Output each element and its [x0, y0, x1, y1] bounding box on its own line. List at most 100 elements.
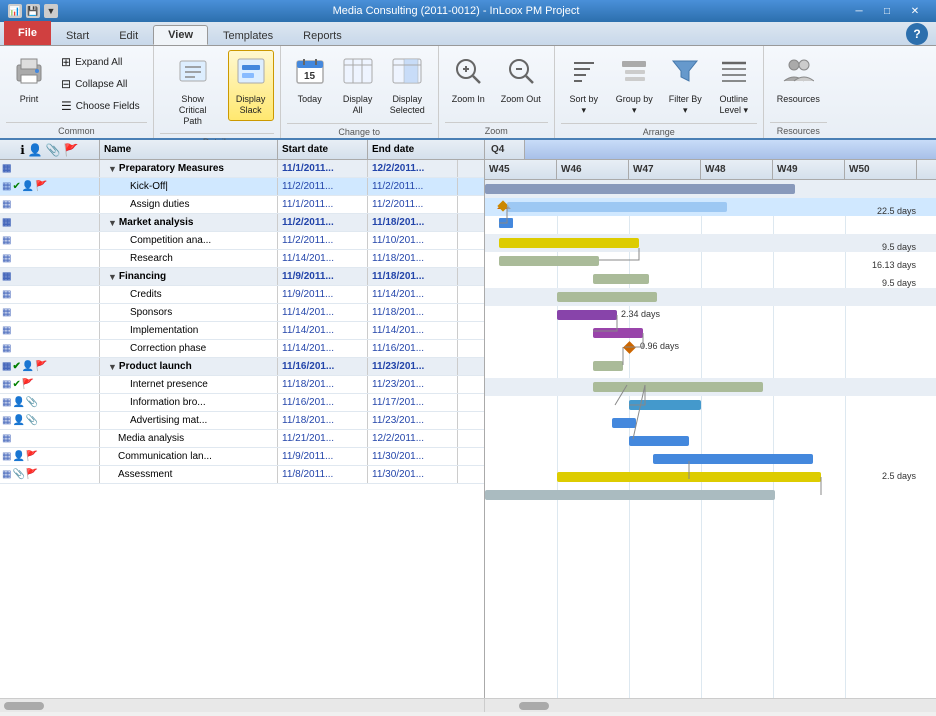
- task-name[interactable]: Implementation: [100, 322, 278, 339]
- tab-templates[interactable]: Templates: [208, 25, 288, 45]
- flag-icon: 🚩: [22, 379, 34, 390]
- collapse-button[interactable]: ▼: [108, 362, 117, 372]
- task-name[interactable]: Sponsors: [100, 304, 278, 321]
- task-start: 11/2/2011...: [278, 232, 368, 249]
- grid-icon: ▦: [2, 163, 11, 174]
- maximize-button[interactable]: □: [874, 0, 900, 22]
- task-name[interactable]: ▼ Product launch: [100, 358, 278, 375]
- today-icon: 15: [294, 55, 326, 92]
- quick-access-save[interactable]: 💾: [26, 4, 40, 18]
- right-scrollbar[interactable]: [485, 699, 936, 712]
- task-name[interactable]: Assessment: [100, 466, 278, 483]
- task-start: 11/9/2011...: [278, 286, 368, 303]
- table-row: ▦ 📎 🚩 Assessment 11/8/2011... 11/30/201.…: [0, 466, 484, 484]
- task-name[interactable]: Credits: [100, 286, 278, 303]
- task-start: 11/18/201...: [278, 376, 368, 393]
- sort-by-button[interactable]: Sort by▾: [561, 50, 607, 121]
- left-scrollbar[interactable]: [0, 699, 485, 712]
- task-start: 11/1/2011...: [278, 160, 368, 177]
- table-row: ▦ Sponsors 11/14/201... 11/18/201...: [0, 304, 484, 322]
- group-by-button[interactable]: Group by▾: [609, 50, 660, 121]
- task-end: 11/2/2011...: [368, 196, 458, 213]
- task-name[interactable]: ▼ Market analysis: [100, 214, 278, 231]
- week-w46: W46: [557, 160, 629, 179]
- grid-icon: ▦: [2, 379, 11, 390]
- task-name[interactable]: Advertising mat...: [100, 412, 278, 429]
- print-icon: [13, 55, 45, 92]
- ribbon-group-label-changeto: Change to: [287, 123, 432, 139]
- task-name[interactable]: Kick-Off|: [100, 178, 278, 195]
- tab-reports[interactable]: Reports: [288, 25, 357, 45]
- task-name[interactable]: Communication lan...: [100, 448, 278, 465]
- task-end: 11/18/201...: [368, 214, 458, 231]
- task-end: 11/2/2011...: [368, 178, 458, 195]
- scrollbar-thumb-right[interactable]: [519, 702, 549, 710]
- horizontal-scrollbar[interactable]: [0, 698, 936, 712]
- critical-path-icon: [177, 55, 209, 92]
- table-row: ▦ ▼ Preparatory Measures 11/1/2011... 12…: [0, 160, 484, 178]
- display-slack-button[interactable]: DisplaySlack: [228, 50, 274, 121]
- task-name[interactable]: Information bro...: [100, 394, 278, 411]
- attach-icon: 📎: [26, 415, 38, 426]
- table-row: ▦ 👤 🚩 Communication lan... 11/9/2011... …: [0, 448, 484, 466]
- table-row: ▦ Implementation 11/14/201... 11/14/201.…: [0, 322, 484, 340]
- research-duration: 9.5 days: [882, 278, 916, 288]
- attach-icon: 📎: [12, 469, 24, 480]
- print-button[interactable]: Print: [6, 50, 52, 110]
- task-name[interactable]: ▼ Financing: [100, 268, 278, 285]
- grid-icon: ▦: [2, 451, 11, 462]
- gantt-bar-sponsors: [593, 328, 643, 338]
- choose-fields-button[interactable]: ☰ Choose Fields: [56, 96, 145, 116]
- quarter-label: Q4: [485, 140, 525, 159]
- zoom-in-button[interactable]: Zoom In: [445, 50, 492, 110]
- gantt-chart-panel: Q4 W45 W46 W47 W48 W49 W50: [485, 140, 936, 698]
- resources-button[interactable]: Resources: [770, 50, 827, 110]
- tab-edit[interactable]: Edit: [104, 25, 153, 45]
- help-button[interactable]: ?: [906, 23, 928, 45]
- window-title: Media Consulting (2011-0012) - InLoox PM…: [66, 5, 846, 17]
- grid-icon: ▦: [2, 397, 11, 408]
- collapse-button[interactable]: ▼: [108, 272, 117, 282]
- task-end: 11/17/201...: [368, 394, 458, 411]
- zoom-out-button[interactable]: Zoom Out: [494, 50, 548, 110]
- task-name[interactable]: Assign duties: [100, 196, 278, 213]
- table-row: ▦ Competition ana... 11/2/2011... 11/10/…: [0, 232, 484, 250]
- task-name[interactable]: ▼ Preparatory Measures: [100, 160, 278, 177]
- scrollbar-thumb-left[interactable]: [4, 702, 44, 710]
- end-date-header: End date: [368, 140, 458, 159]
- display-all-button[interactable]: DisplayAll: [335, 50, 381, 121]
- gantt-bar-media: [653, 454, 813, 464]
- task-name[interactable]: Research: [100, 250, 278, 267]
- gantt-rows: ▦ ▼ Preparatory Measures 11/1/2011... 12…: [0, 160, 484, 698]
- check-icon: ✔: [12, 181, 20, 192]
- collapse-button[interactable]: ▼: [108, 164, 117, 174]
- tab-start[interactable]: Start: [51, 25, 104, 45]
- task-name[interactable]: Internet presence: [100, 376, 278, 393]
- display-selected-button[interactable]: DisplaySelected: [383, 50, 432, 121]
- tab-file-btn[interactable]: File: [4, 21, 51, 45]
- show-critical-path-button[interactable]: Show CriticalPath: [160, 50, 226, 131]
- filter-by-button[interactable]: Filter By▾: [662, 50, 709, 121]
- task-name[interactable]: Correction phase: [100, 340, 278, 357]
- week-w45: W45: [485, 160, 557, 179]
- table-row: ▦ ▼ Market analysis 11/2/2011... 11/18/2…: [0, 214, 484, 232]
- filter-by-icon: [669, 55, 701, 92]
- expand-all-button[interactable]: ⊞ Expand All: [56, 52, 145, 72]
- close-button[interactable]: ✕: [902, 0, 928, 22]
- quick-access-arrow[interactable]: ▼: [44, 4, 58, 18]
- person-icon: 👤: [12, 415, 24, 426]
- tab-view[interactable]: View: [153, 25, 208, 45]
- display-selected-label: DisplaySelected: [390, 94, 425, 116]
- grid-icon: ▦: [2, 361, 11, 372]
- task-start: 11/2/2011...: [278, 178, 368, 195]
- collapse-all-button[interactable]: ⊟ Collapse All: [56, 74, 145, 94]
- today-button[interactable]: 15 Today: [287, 50, 333, 110]
- icon-header: ℹ 👤 📎 🚩: [0, 140, 100, 159]
- task-name[interactable]: Media analysis: [100, 430, 278, 447]
- minimize-button[interactable]: ─: [846, 0, 872, 22]
- task-name[interactable]: Competition ana...: [100, 232, 278, 249]
- market-duration: 9.5 days: [882, 242, 916, 252]
- outline-level-button[interactable]: OutlineLevel ▾: [711, 50, 757, 121]
- collapse-button[interactable]: ▼: [108, 218, 117, 228]
- task-start: 11/2/2011...: [278, 214, 368, 231]
